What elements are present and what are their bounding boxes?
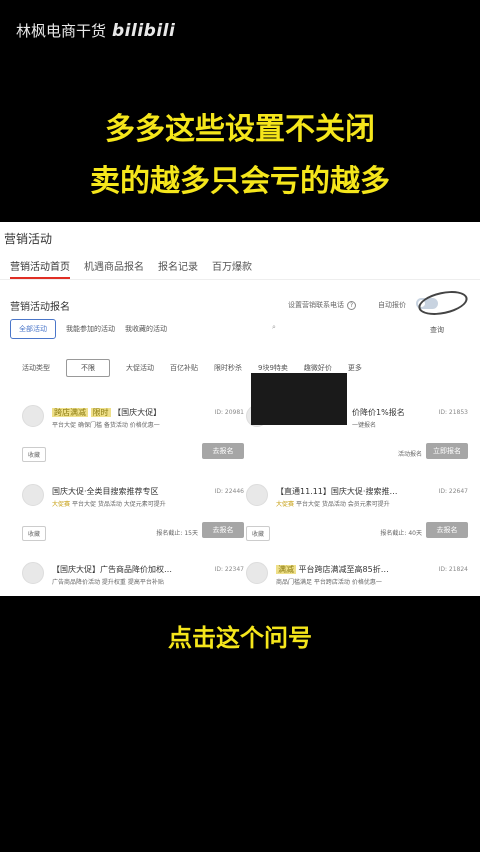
activity-meta: 广告商品降价活动 提升权重 提高平台补贴 [52,579,164,586]
activity-id: ID: 21824 [438,566,468,573]
activity-meta: 平台大促 确保门槛 备货活动 价格优惠一 [52,422,160,429]
tab-records[interactable]: 报名记录 [158,258,198,279]
activity-id: ID: 22647 [438,488,468,495]
page-title: 营销活动 [4,232,53,246]
activity-end: 报名截止: 40天 [380,530,422,537]
activity-meta: 大促赛 平台大促 货品活动 大促元素可提升 [52,501,166,508]
filter-all[interactable]: 全部活动 [10,319,56,339]
activity-end: 报名截止: 15天 [156,530,198,537]
headline-line-2: 卖的越多只会亏的越多 [90,164,390,199]
tab-opportunity[interactable]: 机遇商品报名 [84,258,144,279]
chip-item-more[interactable]: 更多 [348,363,362,373]
watermark: 林枫电商干货 bilibili [16,20,175,41]
activity-title: 价降价1%报名 [352,408,405,417]
activity-end: 活动报名 [397,451,422,458]
auto-price-label: 自动报价 [378,301,406,309]
author-name: 林枫电商干货 [16,22,107,40]
activity-id: ID: 20981 [214,409,244,416]
caption: 点击这个问号 [168,624,312,652]
activity-title: 跨店满减 限时 【国庆大促】 [52,408,162,417]
activity-card[interactable]: 【直通11.11】国庆大促·搜索推… ID: 22647 大促赛 平台大促 货品… [246,484,468,558]
chip-item[interactable]: 限时秒杀 [214,363,242,373]
register-button[interactable]: 去报名 [426,522,468,538]
chip-item[interactable]: 趣微好价 [304,363,332,373]
activity-title: 【国庆大促】广告商品降价加权… [52,565,172,574]
activity-id: ID: 21853 [438,409,468,416]
activity-id: ID: 22347 [214,566,244,573]
favorite-button[interactable]: 收藏 [22,447,47,462]
activity-meta: 商品门槛满足 平台跨店活动 价格优惠一 [276,579,382,586]
activity-logo [246,484,268,506]
annotation-circle [416,287,470,319]
tab-hot[interactable]: 百万爆款 [212,258,252,279]
chip-label: 活动类型 [22,364,50,372]
filter-eligible[interactable]: 我能参加的活动 [66,324,115,334]
activity-logo [22,562,44,584]
settings-label[interactable]: 设置营销联系电话 [288,300,344,310]
activity-card[interactable]: 跨店满减 限时 【国庆大促】 ID: 20981 平台大促 确保门槛 备货活动 … [22,405,244,479]
chip-selected[interactable]: 不限 [66,359,110,377]
activity-logo [22,405,44,427]
chip-item[interactable]: 大促活动 [126,363,154,373]
activity-logo [246,562,268,584]
activity-meta: 大促赛 平台大促 货品活动 会员元素可提升 [276,501,390,508]
activity-meta: 一键报名 [352,422,377,429]
activity-id: ID: 22446 [214,488,244,495]
activity-card[interactable]: 满减 平台跨店满减至高85折… ID: 21824 商品门槛满足 平台跨店活动 … [246,562,468,596]
activity-title: 国庆大促·全类目搜索推荐专区 [52,487,159,496]
activity-card[interactable]: 国庆大促·全类目搜索推荐专区 ID: 22446 大促赛 平台大促 货品活动 大… [22,484,244,558]
activity-card[interactable]: 【国庆大促】广告商品降价加权… ID: 22347 广告商品降价活动 提升权重 … [22,562,244,596]
chip-item[interactable]: 9块9特卖 [258,363,288,373]
search-icon: ⌕ [272,323,276,331]
filter-row: 全部活动 我能参加的活动 我收藏的活动 [10,319,167,339]
search-input[interactable]: ⌕ [272,323,276,332]
register-button[interactable]: 去报名 [202,443,244,459]
favorite-button[interactable]: 收藏 [246,526,271,541]
search-button[interactable]: 查询 [430,325,444,335]
divider [0,279,480,280]
register-button[interactable]: 去报名 [202,522,244,538]
screenshot-panel: 营销活动 营销活动首页 机遇商品报名 报名记录 百万爆款 营销活动报名 设置营销… [0,222,480,596]
tab-bar: 营销活动首页 机遇商品报名 报名记录 百万爆款 [10,258,252,279]
question-icon[interactable]: ? [347,300,356,310]
obscuring-overlay [251,373,347,425]
filter-favorites[interactable]: 我收藏的活动 [125,324,167,334]
chip-item[interactable]: 百亿补贴 [170,363,198,373]
register-button[interactable]: 立即报名 [426,443,468,459]
activity-title: 满减 平台跨店满减至高85折… [276,565,389,574]
tab-home[interactable]: 营销活动首页 [10,258,70,279]
headline-line-1: 多多这些设置不关闭 [105,112,375,147]
section-title: 营销活动报名 [10,302,70,313]
settings-phone-link[interactable]: 设置营销联系电话 ? [288,300,356,310]
activity-logo [22,484,44,506]
favorite-button[interactable]: 收藏 [22,526,47,541]
bilibili-logo: bilibili [112,20,176,41]
activity-title: 【直通11.11】国庆大促·搜索推… [276,487,398,496]
